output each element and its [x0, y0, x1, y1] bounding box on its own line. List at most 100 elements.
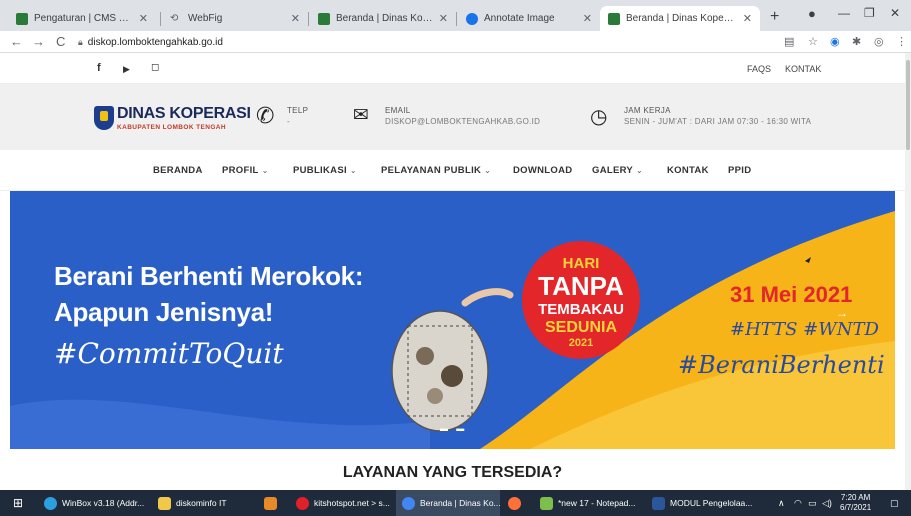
forward-icon[interactable]: →	[32, 34, 45, 49]
banner-hashtag-2: #BeraniBerhenti	[678, 351, 885, 379]
taskbar-notepad[interactable]: *new 17 - Notepad...	[534, 490, 644, 516]
chevron-down-icon: ⌄	[484, 166, 492, 175]
clock-icon: ◷	[590, 106, 608, 128]
new-tab-button[interactable]: +	[770, 8, 779, 26]
jam-kerja-label: JAM KERJA	[624, 106, 671, 115]
phone-icon: ✆	[256, 103, 275, 128]
banner-hashtag: #CommitToQuit	[54, 337, 284, 370]
jam-kerja-value: SENIN - JUM'AT : DARI JAM 07:30 - 16:30 …	[624, 117, 812, 126]
screen: Pengaturan | CMS Tastura ✕ ⟲ WebFig ✕ Be…	[0, 0, 911, 516]
taskbar-winbox[interactable]: WinBox v3.18 (Addr...	[38, 490, 150, 516]
close-tab-icon[interactable]: ✕	[439, 12, 448, 25]
section-title: LAYANAN YANG TERSEDIA?	[342, 464, 563, 481]
back-icon[interactable]: ←	[10, 34, 23, 49]
favicon-icon	[466, 12, 478, 25]
logo-title[interactable]: DINAS KOPERASI	[117, 105, 251, 123]
minimize-button[interactable]: —	[838, 6, 850, 20]
favicon-icon	[318, 12, 330, 25]
taskbar-diskominfo[interactable]: diskominfo IT	[152, 490, 256, 516]
nav-pelayanan-publik[interactable]: PELAYANAN PUBLIK ⌄	[381, 165, 491, 176]
site-header: DINAS KOPERASI KABUPATEN LOMBOK TENGAH ✆…	[0, 84, 905, 150]
taskbar-firefox[interactable]	[502, 490, 532, 516]
faqs-link[interactable]: FAQS	[747, 64, 771, 74]
logo-subtitle: KABUPATEN LOMBOK TENGAH	[117, 124, 226, 131]
notepad-icon	[540, 496, 553, 510]
restore-button[interactable]: ❐	[864, 6, 875, 20]
hero-banner[interactable]: Berani Berhenti Merokok: Apapun Jenisnya…	[10, 191, 895, 449]
nav-galery[interactable]: GALERY ⌄	[592, 165, 643, 176]
taskbar-chrome[interactable]: Beranda | Dinas Ko...	[396, 490, 500, 516]
close-tab-icon[interactable]: ✕	[583, 12, 592, 25]
start-button[interactable]: ⊞	[0, 490, 36, 516]
tab-beranda-1[interactable]: Beranda | Dinas Koperasi dan ✕	[310, 6, 456, 31]
youtube-icon[interactable]: ▶	[123, 64, 130, 75]
bookmark-star-icon[interactable]: ☆	[808, 35, 818, 48]
facebook-icon[interactable]: f	[97, 62, 101, 74]
extensions-puzzle-icon[interactable]: ✱	[852, 35, 861, 48]
favicon-icon	[16, 12, 28, 25]
firefox-icon	[508, 496, 521, 510]
favicon-icon	[608, 12, 620, 25]
close-tab-icon[interactable]: ✕	[743, 12, 752, 25]
tab-webfig[interactable]: ⟲ WebFig ✕	[162, 6, 308, 31]
tab-beranda-active[interactable]: Beranda | Dinas Koperasi dan ✕	[600, 6, 760, 31]
nav-publikasi[interactable]: PUBLIKASI ⌄	[293, 165, 357, 176]
taskbar-word[interactable]: MODUL Pengelolaa...	[646, 490, 758, 516]
chevron-down-icon: ⌄	[261, 166, 269, 175]
profile-icon[interactable]: ●	[808, 6, 816, 21]
tab-cms-tastura[interactable]: Pengaturan | CMS Tastura ✕	[8, 6, 156, 31]
hari-tanpa-tembakau-badge: HARI TANPA TEMBAKAU SEDUNIA 2021	[522, 241, 640, 359]
chevron-down-icon: ⌄	[349, 166, 357, 175]
chevron-down-icon: ⌄	[636, 166, 644, 175]
slider-next-arrow-icon[interactable]: →	[836, 306, 848, 320]
site-top-bar: f ▶ ◻ FAQS KONTAK	[0, 53, 905, 84]
scrollbar-thumb[interactable]	[906, 60, 910, 150]
taskbar-media[interactable]	[258, 490, 288, 516]
battery-icon[interactable]: ▭	[808, 498, 817, 509]
word-icon	[652, 496, 665, 510]
browser-tab-strip: Pengaturan | CMS Tastura ✕ ⟲ WebFig ✕ Be…	[0, 0, 911, 31]
extension-icon[interactable]: ◉	[830, 35, 840, 48]
nav-kontak[interactable]: KONTAK	[667, 165, 709, 176]
web-page: f ▶ ◻ FAQS KONTAK DINAS KOPERASI KABUPAT…	[0, 53, 905, 490]
banner-hashtags: #HTTS #WNTD	[730, 319, 879, 340]
banner-headline-2: Apapun Jenisnya!	[54, 297, 274, 327]
banner-headline-1: Berani Berhenti Merokok:	[54, 261, 364, 291]
kontak-link[interactable]: KONTAK	[785, 64, 821, 74]
lock-icon: 🔒︎	[78, 36, 83, 47]
opera-icon	[296, 496, 309, 510]
instagram-icon[interactable]: ◻	[151, 62, 159, 73]
close-tab-icon[interactable]: ✕	[139, 12, 148, 25]
webfig-icon: ⟲	[170, 12, 179, 24]
close-tab-icon[interactable]: ✕	[291, 12, 300, 25]
main-navigation: BERANDA PROFIL ⌄ PUBLIKASI ⌄ PELAYANAN PUB…	[0, 150, 905, 191]
url-text: diskop.lomboktengahkab.go.id	[87, 36, 223, 48]
chrome-icon	[402, 496, 415, 510]
notifications-icon[interactable]: ▢	[890, 498, 899, 509]
account-icon[interactable]: ◎	[874, 35, 884, 48]
banner-date: 31 Mei 2021	[730, 282, 853, 307]
nav-ppid[interactable]: PPID	[728, 165, 751, 176]
url-field[interactable]: 🔒︎ diskop.lomboktengahkab.go.id	[78, 33, 768, 51]
windows-taskbar: ⊞ WinBox v3.18 (Addr... diskominfo IT ki…	[0, 490, 911, 516]
slider-dots[interactable]: ▬ ▬	[440, 424, 467, 433]
nav-profil[interactable]: PROFIL ⌄	[222, 165, 269, 176]
wifi-icon[interactable]: ◠	[794, 498, 802, 509]
reload-icon[interactable]: C	[56, 34, 65, 49]
winbox-icon	[44, 496, 57, 510]
basket-illustration	[391, 288, 514, 432]
tab-annotate-image[interactable]: Annotate Image ✕	[458, 6, 600, 31]
browser-menu-icon[interactable]: ⋮	[896, 35, 907, 48]
taskbar-clock[interactable]: 7:20 AM 6/7/2021	[840, 493, 871, 513]
close-window-button[interactable]: ✕	[890, 6, 900, 20]
media-player-icon	[264, 496, 277, 510]
taskbar-opera[interactable]: kitshotspot.net > s...	[290, 490, 394, 516]
address-bar: ← → C 🔒︎ diskop.lomboktengahkab.go.id ▤ …	[0, 31, 911, 53]
email-label: EMAIL	[385, 106, 411, 115]
translate-icon[interactable]: ▤	[784, 35, 794, 48]
nav-download[interactable]: DOWNLOAD	[513, 165, 572, 176]
nav-beranda[interactable]: BERANDA	[153, 165, 203, 176]
tray-chevron-up-icon[interactable]: ∧	[778, 498, 785, 509]
tab-separator	[160, 12, 161, 26]
volume-icon[interactable]: ◁)	[822, 498, 832, 509]
